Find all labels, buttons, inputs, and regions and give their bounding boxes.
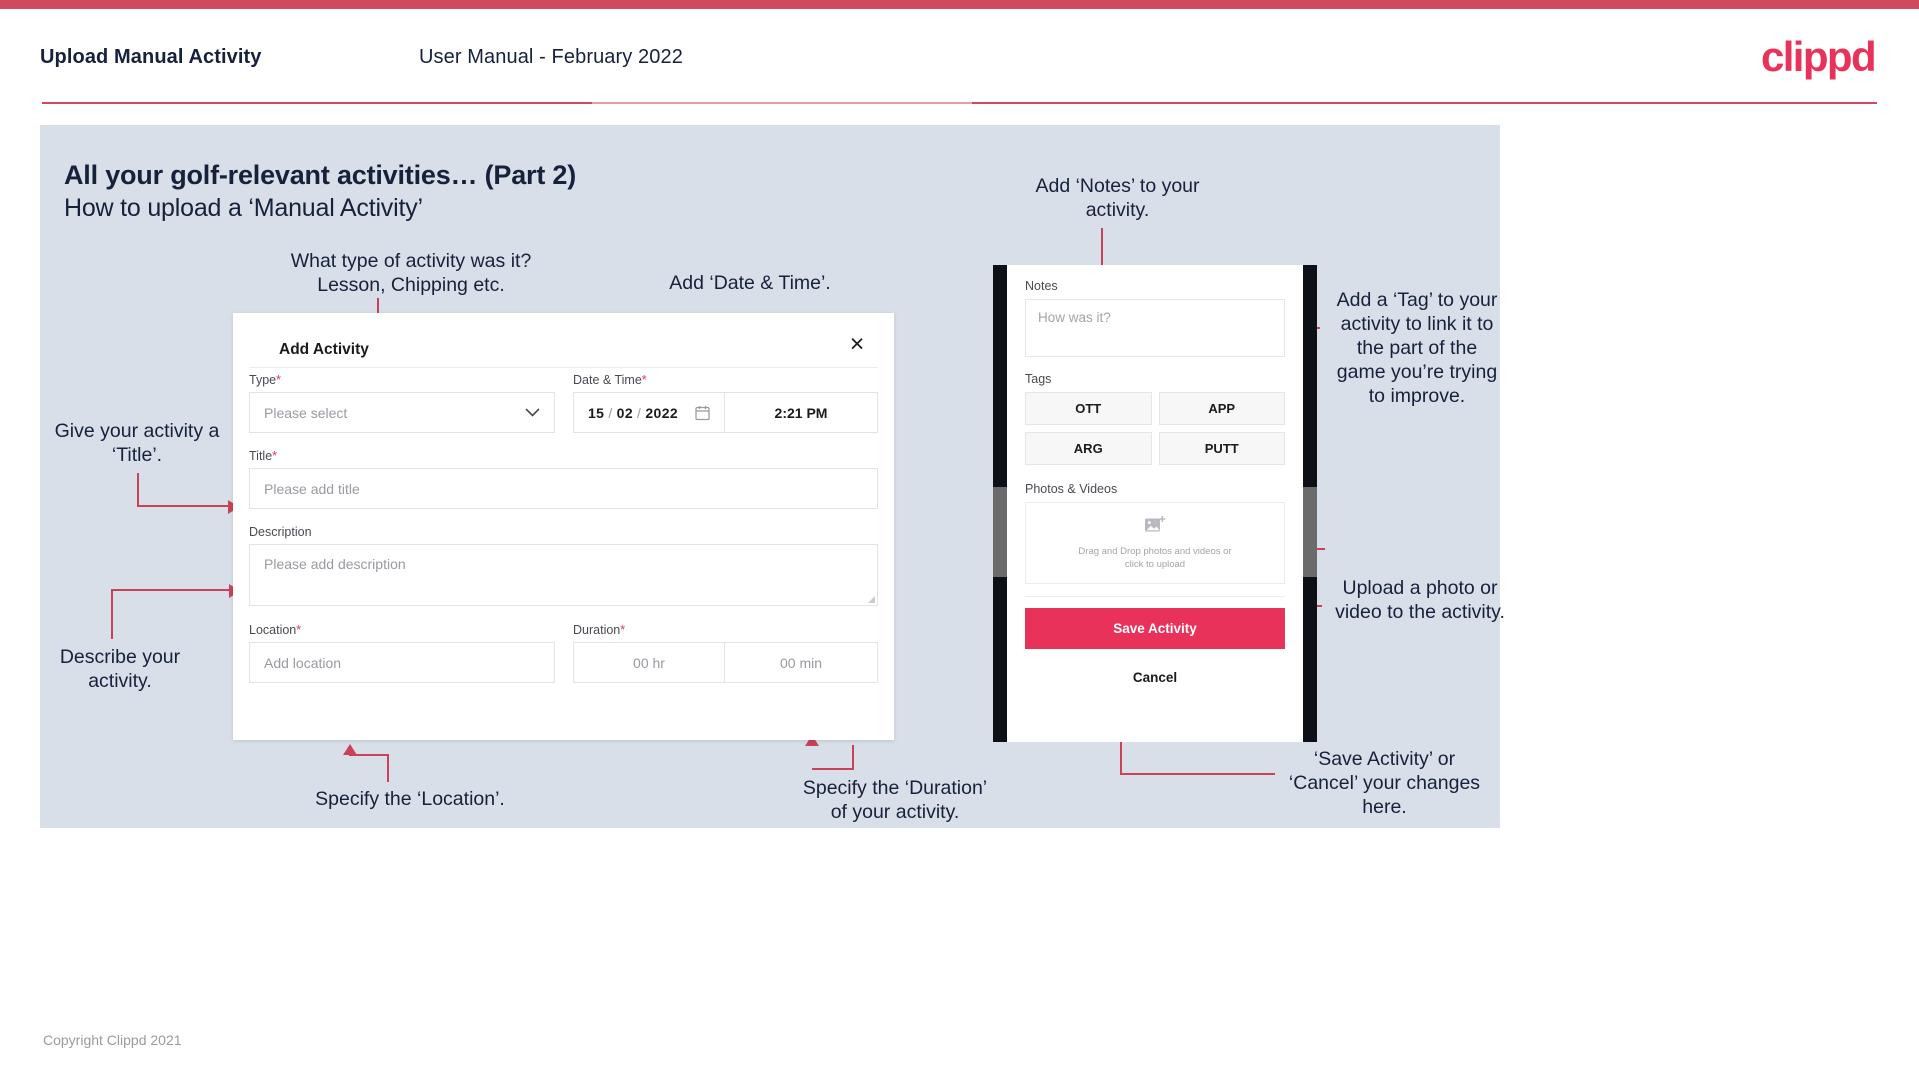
phone-screen: Notes How was it? Tags OTT APP ARG PUTT … [1007, 265, 1303, 742]
field-type: Type* Please select [249, 373, 555, 433]
connector-loc-v [387, 754, 389, 782]
annotation-type: What type of activity was it? Lesson, Ch… [290, 250, 532, 296]
required-marker: * [276, 373, 281, 387]
duration-label: Duration* [573, 623, 626, 637]
type-label: Type* [249, 373, 281, 387]
footer-copyright: Copyright Clippd 2021 [43, 1032, 182, 1048]
duration-minutes-input[interactable]: 00 min [725, 642, 878, 683]
close-icon[interactable]: × [840, 327, 874, 361]
type-placeholder: Please select [264, 404, 348, 421]
connector-dur-v [852, 745, 854, 769]
phone-button-left [993, 487, 1007, 577]
datetime-label: Date & Time* [573, 373, 647, 387]
field-title: Title* Please add title [249, 449, 878, 509]
phone-button-right [1303, 487, 1317, 577]
tag-app[interactable]: APP [1158, 392, 1285, 425]
description-label: Description [249, 525, 312, 539]
clippd-logo: clippd [1760, 33, 1877, 80]
title-placeholder: Please add title [264, 480, 360, 497]
type-select[interactable]: Please select [249, 392, 555, 433]
date-value: 15/02/2022 [588, 404, 679, 421]
notes-placeholder: How was it? [1038, 310, 1111, 325]
calendar-icon[interactable] [695, 405, 710, 421]
add-activity-dialog: Add Activity × Type* Please select Date … [233, 313, 894, 740]
annotation-datetime: Add ‘Date & Time’. [669, 272, 831, 294]
description-textarea[interactable]: Please add description [249, 544, 878, 606]
photo-dropzone[interactable]: Drag and Drop photos and videos or click… [1025, 502, 1285, 584]
tag-putt[interactable]: PUTT [1158, 432, 1285, 465]
required-marker: * [641, 373, 647, 387]
phone-divider [1025, 596, 1285, 597]
dialog-divider [249, 367, 878, 368]
top-accent-bar [0, 0, 1919, 9]
annotation-duration: Specify the ‘Duration’ of your activity. [802, 777, 988, 823]
time-value: 2:21 PM [774, 404, 828, 421]
duration-hours-placeholder: 00 hr [633, 654, 665, 671]
location-placeholder: Add location [264, 654, 342, 671]
connector-loc-arrow [343, 744, 357, 755]
duration-minutes-placeholder: 00 min [779, 654, 823, 671]
annotation-notes: Add ‘Notes’ to your activity. [1035, 175, 1200, 221]
connector-title-h [137, 505, 232, 507]
connector-desc-v [111, 589, 113, 639]
tags-label: Tags [1025, 372, 1052, 386]
dialog-body: Type* Please select Date & Time* 15 / 02… [249, 373, 878, 683]
field-duration: Duration* 00 hr 00 min [573, 623, 878, 683]
annotation-location: Specify the ‘Location’. [315, 788, 505, 810]
field-datetime: Date & Time* 15/02/2022 2:21 PM [573, 373, 878, 433]
duration-hours-input[interactable]: 00 hr [573, 642, 725, 683]
title-input[interactable]: Please add title [249, 468, 878, 509]
notes-textarea[interactable]: How was it? [1025, 299, 1285, 357]
tags-grid: OTT APP ARG PUTT [1025, 392, 1285, 465]
location-label: Location* [249, 623, 302, 637]
annotation-title: Give your activity a ‘Title’. [54, 420, 220, 466]
required-marker: * [272, 449, 278, 463]
required-marker: * [296, 623, 302, 637]
dropzone-text: Drag and Drop photos and videos or click… [1078, 546, 1231, 572]
dialog-title: Add Activity [279, 341, 369, 358]
connector-dur-h [812, 768, 854, 770]
date-input[interactable]: 15/02/2022 [573, 392, 725, 433]
slide-subtitle: How to upload a ‘Manual Activity’ [64, 194, 423, 222]
connector-save-h [1120, 773, 1275, 775]
title-label: Title* [249, 449, 278, 463]
dropzone-line-1: Drag and Drop photos and videos or [1078, 545, 1232, 557]
connector-title-v [137, 473, 139, 506]
phone-mockup: Notes How was it? Tags OTT APP ARG PUTT … [993, 265, 1317, 742]
save-activity-button[interactable]: Save Activity [1025, 608, 1285, 649]
notes-label: Notes [1025, 279, 1058, 293]
field-description: Description Please add description [249, 525, 878, 606]
slide-page: Upload Manual Activity User Manual - Feb… [0, 0, 1919, 1079]
annotation-tags: Add a ‘Tag’ to your activity to link it … [1336, 289, 1498, 407]
header-rule-mid [592, 102, 972, 104]
time-input[interactable]: 2:21 PM [725, 392, 878, 433]
tag-arg[interactable]: ARG [1025, 432, 1152, 465]
header-subtitle: User Manual - February 2022 [419, 46, 683, 68]
photos-videos-label: Photos & Videos [1025, 482, 1118, 496]
annotation-save: ‘Save Activity’ or ‘Cancel’ your changes… [1288, 748, 1481, 818]
connector-desc-h [111, 589, 233, 591]
field-location: Location* Add location [249, 623, 555, 683]
page-title: Upload Manual Activity [40, 46, 262, 68]
dropzone-line-2: click to upload [1124, 558, 1186, 570]
header-rule-left [42, 102, 592, 104]
annotation-upload: Upload a photo or video to the activity. [1335, 577, 1505, 623]
tag-ott[interactable]: OTT [1025, 392, 1152, 425]
header-rule-right [972, 102, 1877, 104]
slide-title: All your golf-relevant activities… (Part… [64, 160, 577, 190]
description-placeholder: Please add description [264, 556, 406, 572]
required-marker: * [620, 623, 626, 637]
add-image-icon [1144, 515, 1166, 539]
chevron-down-icon [525, 405, 540, 420]
location-input[interactable]: Add location [249, 642, 555, 683]
cancel-button[interactable]: Cancel [1025, 670, 1285, 685]
annotation-description: Describe your activity. [59, 646, 181, 692]
